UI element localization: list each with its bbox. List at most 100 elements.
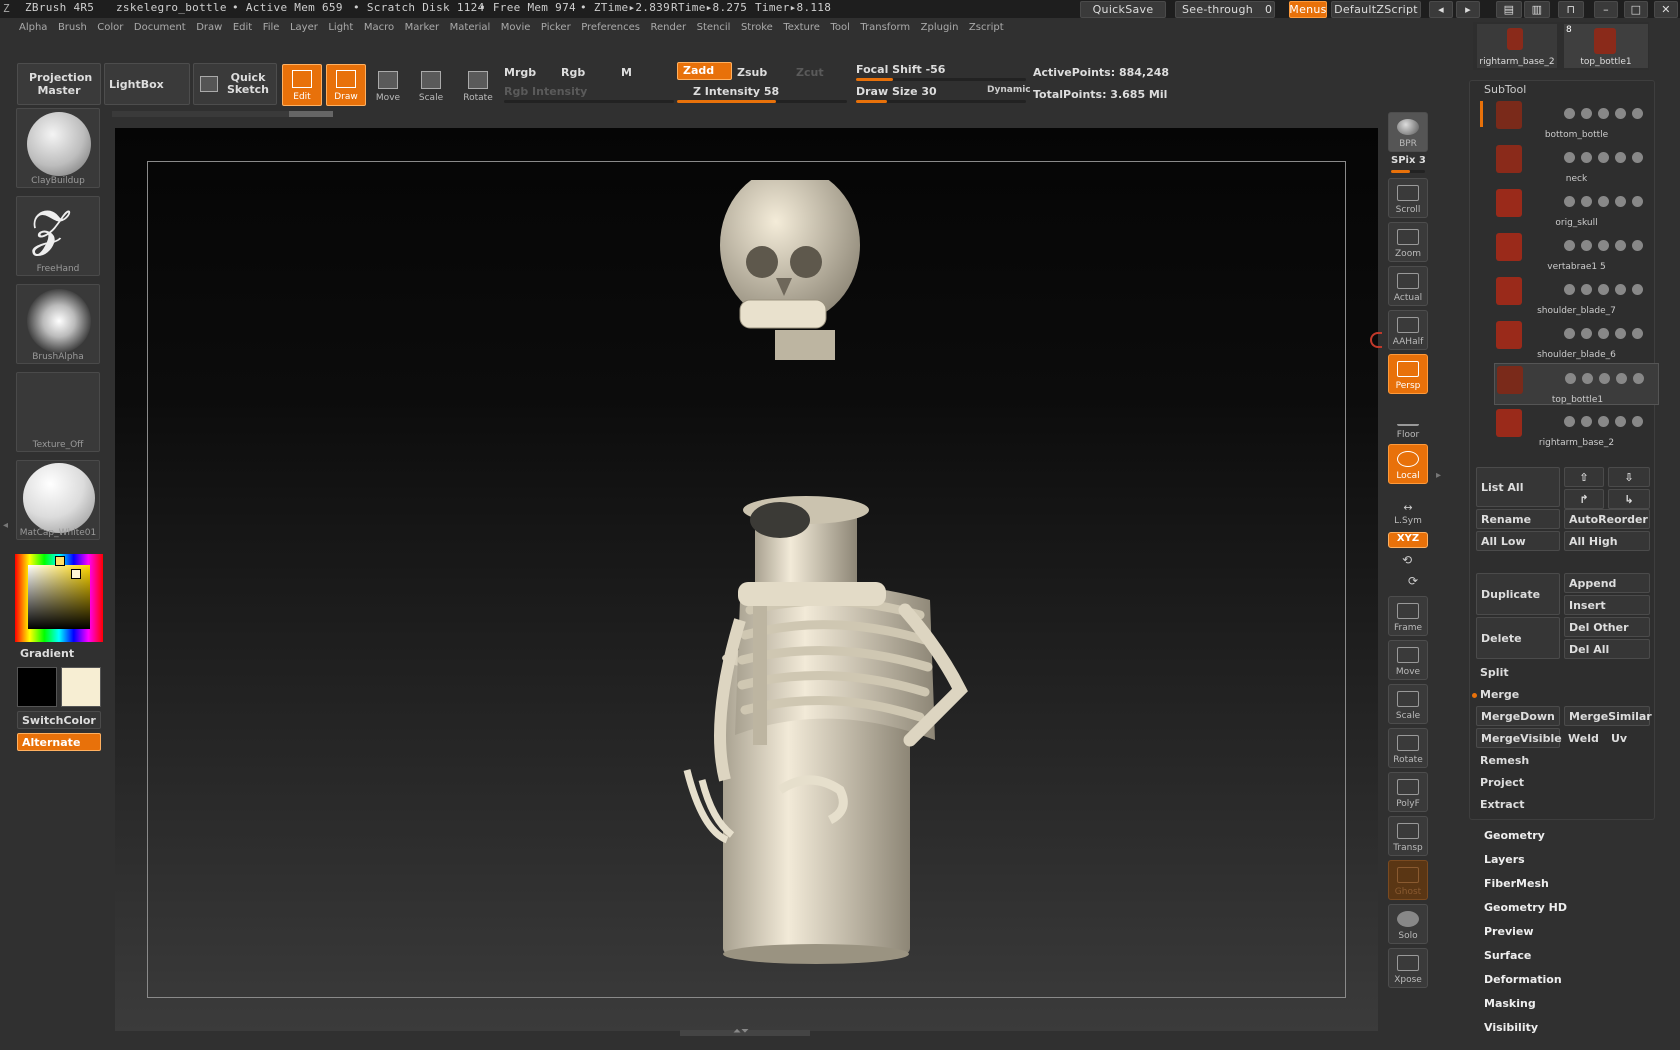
z-intensity-slider[interactable]: Z Intensity 58	[693, 85, 779, 98]
scale-button[interactable]: Scale	[411, 64, 451, 106]
minimize-icon[interactable]: –	[1594, 1, 1618, 18]
dynamic-toggle[interactable]: Dynamic	[987, 85, 1031, 95]
menus-button[interactable]: Menus	[1289, 1, 1327, 18]
eye-visibility-icon[interactable]	[1632, 284, 1643, 295]
move-down-icon[interactable]: ⇩	[1608, 467, 1650, 487]
m-button[interactable]: M	[621, 66, 632, 79]
solo-toggle-icon[interactable]	[1615, 284, 1626, 295]
gradient-label[interactable]: Gradient	[20, 647, 74, 660]
lock-toggle-icon[interactable]	[1598, 328, 1609, 339]
menu-alpha[interactable]: Alpha	[19, 22, 47, 33]
alternate-button[interactable]: Alternate	[17, 733, 101, 751]
subtool-item[interactable]: orig_skull	[1494, 187, 1659, 229]
append-button[interactable]: Append	[1564, 573, 1650, 593]
insert-button[interactable]: Insert	[1564, 595, 1650, 615]
subtool-item[interactable]: shoulder_blade_6	[1494, 319, 1659, 361]
subtool-title[interactable]: SubTool	[1484, 83, 1526, 96]
frame-button[interactable]: Frame	[1388, 596, 1428, 636]
texture-thumbnail[interactable]: Texture_Off	[16, 372, 100, 452]
tool-section-geometry-hd[interactable]: Geometry HD	[1484, 901, 1567, 914]
all-high-button[interactable]: All High	[1564, 531, 1650, 551]
delete-button[interactable]: Delete	[1476, 617, 1560, 659]
primary-color-swatch[interactable]	[17, 667, 57, 707]
lock-toggle-icon[interactable]	[1598, 196, 1609, 207]
move-up-icon[interactable]: ⇧	[1564, 467, 1604, 487]
eye-visibility-icon[interactable]	[1632, 152, 1643, 163]
tool-thumb-topbottle[interactable]: 8 top_bottle1	[1564, 24, 1648, 68]
mask-toggle-icon[interactable]	[1582, 373, 1593, 384]
subtool-item[interactable]: bottom_bottle	[1494, 99, 1659, 141]
switchcolor-button[interactable]: SwitchColor	[17, 711, 101, 729]
rotate-y-icon[interactable]: ⟲	[1402, 553, 1412, 567]
xyz-button[interactable]: XYZ	[1388, 532, 1428, 548]
move-button[interactable]: Move	[368, 64, 408, 106]
floor-button[interactable]: Floor	[1388, 402, 1428, 442]
menu-file[interactable]: File	[263, 22, 280, 33]
mask-toggle-icon[interactable]	[1581, 328, 1592, 339]
lock-toggle-icon[interactable]	[1598, 284, 1609, 295]
material-thumbnail[interactable]: MatCap_White01	[16, 460, 100, 540]
solo-toggle-icon[interactable]	[1615, 240, 1626, 251]
eye-visibility-icon[interactable]	[1632, 240, 1643, 251]
scale-view-button[interactable]: Scale	[1388, 684, 1428, 724]
bottom-scrollbar[interactable]: ⏶⏷	[112, 1026, 1377, 1044]
edit-button[interactable]: Edit	[282, 64, 322, 106]
list-all-button[interactable]: List All	[1476, 467, 1560, 507]
close-icon[interactable]: ✕	[1654, 1, 1678, 18]
tool-thumb-rightarm[interactable]: rightarm_base_2	[1477, 24, 1557, 68]
polypaint-toggle-icon[interactable]	[1564, 328, 1575, 339]
right-collapse-icon[interactable]: ▸	[1436, 470, 1441, 481]
stroke-thumbnail[interactable]: 𝓩 FreeHand	[16, 196, 100, 276]
focal-shift-slider[interactable]: Focal Shift -56	[856, 63, 945, 76]
bpr-button[interactable]: BPR	[1388, 112, 1428, 152]
duplicate-button[interactable]: Duplicate	[1476, 573, 1560, 615]
polypaint-toggle-icon[interactable]	[1564, 152, 1575, 163]
skeleton-bottle-model[interactable]	[680, 180, 980, 970]
menu-transform[interactable]: Transform	[860, 22, 910, 33]
layout-icon[interactable]: ▤	[1496, 1, 1522, 18]
color-picker[interactable]	[15, 554, 103, 642]
see-through-slider[interactable]: See-through 0	[1175, 1, 1275, 18]
tool-section-layers[interactable]: Layers	[1484, 853, 1525, 866]
mask-toggle-icon[interactable]	[1581, 196, 1592, 207]
spix-slider[interactable]: SPix 3	[1391, 155, 1426, 166]
menu-color[interactable]: Color	[97, 22, 123, 33]
lock-toggle-icon[interactable]	[1598, 416, 1609, 427]
menu-layer[interactable]: Layer	[290, 22, 318, 33]
del-other-button[interactable]: Del Other	[1564, 617, 1650, 637]
alpha-thumbnail[interactable]: BrushAlpha	[16, 284, 100, 364]
mask-toggle-icon[interactable]	[1581, 108, 1592, 119]
tool-section-preview[interactable]: Preview	[1484, 925, 1534, 938]
subtool-item[interactable]: top_bottle1	[1494, 363, 1659, 405]
timeline-toggle-icon[interactable]: ⏶⏷	[733, 1026, 749, 1037]
local-button[interactable]: Local	[1388, 444, 1428, 484]
solo-toggle-icon[interactable]	[1616, 373, 1627, 384]
menu-stroke[interactable]: Stroke	[741, 22, 773, 33]
move-view-button[interactable]: Move	[1388, 640, 1428, 680]
layout-alt-icon[interactable]: ▥	[1524, 1, 1550, 18]
menu-macro[interactable]: Macro	[364, 22, 394, 33]
lock-toggle-icon[interactable]	[1598, 240, 1609, 251]
menu-movie[interactable]: Movie	[501, 22, 531, 33]
aahalf-button[interactable]: AAHalf	[1388, 310, 1428, 350]
mergedown-button[interactable]: MergeDown	[1476, 706, 1560, 726]
polyf-button[interactable]: PolyF	[1388, 772, 1428, 812]
solo-toggle-icon[interactable]	[1615, 152, 1626, 163]
lock-icon[interactable]: ⊓	[1558, 1, 1584, 18]
menu-zplugin[interactable]: Zplugin	[921, 22, 959, 33]
lock-toggle-icon[interactable]	[1599, 373, 1610, 384]
polypaint-toggle-icon[interactable]	[1564, 196, 1575, 207]
menu-texture[interactable]: Texture	[783, 22, 820, 33]
projection-master-button[interactable]: Projection Master	[17, 63, 101, 105]
menu-zscript[interactable]: Zscript	[969, 22, 1004, 33]
draw-size-track[interactable]	[856, 100, 1026, 103]
persp-button[interactable]: Persp	[1388, 354, 1428, 394]
del-all-button[interactable]: Del All	[1564, 639, 1650, 659]
lsym-button[interactable]: ↔ L.Sym	[1388, 488, 1428, 528]
eye-visibility-icon[interactable]	[1632, 328, 1643, 339]
lock-toggle-icon[interactable]	[1598, 152, 1609, 163]
solo-toggle-icon[interactable]	[1615, 108, 1626, 119]
menu-picker[interactable]: Picker	[541, 22, 571, 33]
polypaint-toggle-icon[interactable]	[1564, 416, 1575, 427]
draw-button[interactable]: Draw	[326, 64, 366, 106]
